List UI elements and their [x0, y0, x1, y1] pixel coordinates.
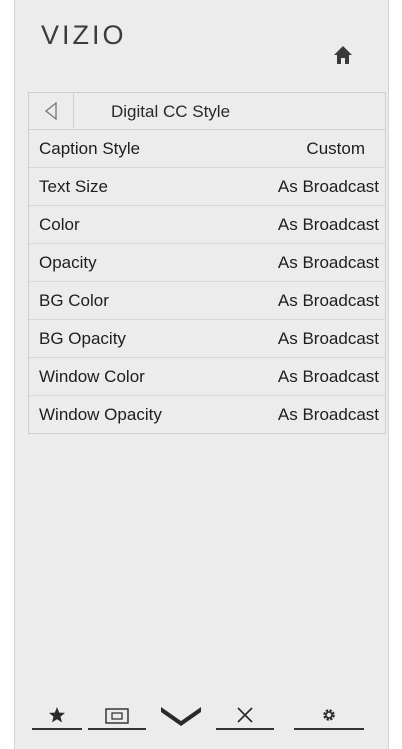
picture-size-button[interactable] — [88, 700, 146, 730]
row-value: As Broadcast — [277, 291, 379, 310]
row-label: Caption Style — [39, 139, 141, 158]
favorites-button[interactable] — [32, 700, 82, 730]
row-label: Opacity — [39, 253, 97, 272]
row-value: Custom — [306, 139, 365, 158]
row-value: As Broadcast — [277, 215, 379, 234]
exit-button[interactable] — [216, 700, 274, 730]
menu-row-bg-opacity[interactable]: BG Opacity As Broadcast — [29, 320, 385, 358]
back-triangle-icon — [44, 102, 57, 120]
row-label: Text Size — [39, 177, 108, 196]
vizio-logo: VIZIO — [41, 20, 127, 50]
menu-title-row: Digital CC Style — [29, 93, 385, 130]
row-label: BG Opacity — [39, 329, 126, 348]
menu-row-color[interactable]: Color As Broadcast — [29, 206, 385, 244]
row-value: As Broadcast — [277, 253, 379, 272]
row-value: As Broadcast — [277, 367, 379, 386]
row-label: BG Color — [39, 291, 109, 310]
row-label: Window Color — [39, 367, 145, 386]
row-value: As Broadcast — [277, 329, 379, 348]
star-icon — [49, 707, 65, 723]
row-label: Window Opacity — [39, 405, 162, 424]
menu-title: Digital CC Style — [111, 102, 231, 121]
cc-style-menu: Digital CC Style Caption Style Custom Te… — [28, 92, 386, 434]
picture-size-icon — [105, 708, 129, 724]
close-icon — [237, 707, 253, 723]
menu-row-text-size[interactable]: Text Size As Broadcast — [29, 168, 385, 206]
bottom-nav-bar — [32, 700, 382, 730]
chevron-down-icon — [161, 707, 201, 726]
down-button[interactable] — [152, 700, 210, 728]
menu-row-window-opacity[interactable]: Window Opacity As Broadcast — [29, 396, 385, 433]
menu-row-caption-style[interactable]: Caption Style Custom — [29, 130, 385, 168]
back-button[interactable] — [29, 93, 74, 128]
menu-row-bg-color[interactable]: BG Color As Broadcast — [29, 282, 385, 320]
home-icon[interactable] — [332, 44, 354, 66]
gear-icon — [323, 709, 335, 721]
settings-button[interactable] — [294, 700, 364, 730]
menu-row-opacity[interactable]: Opacity As Broadcast — [29, 244, 385, 282]
menu-row-window-color[interactable]: Window Color As Broadcast — [29, 358, 385, 396]
row-label: Color — [39, 215, 80, 234]
row-value: As Broadcast — [277, 405, 379, 424]
row-value: As Broadcast — [277, 177, 379, 196]
